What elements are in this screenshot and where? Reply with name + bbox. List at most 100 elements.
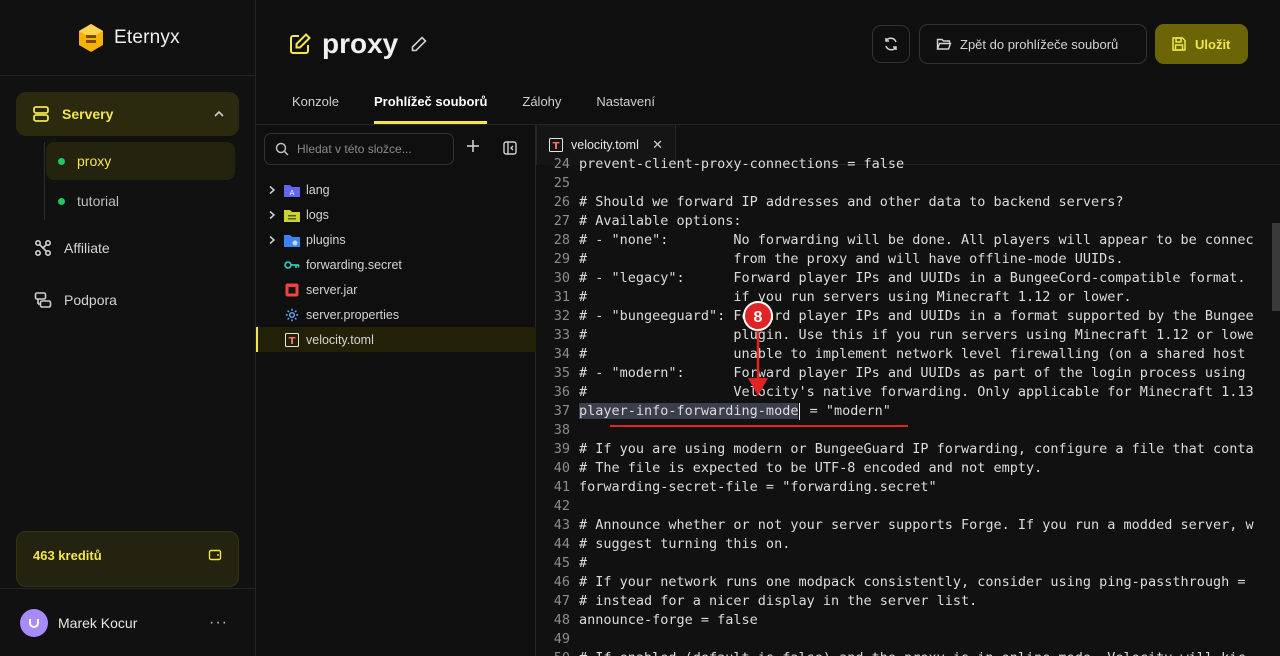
line-number: 43	[553, 517, 570, 533]
line-number: 29	[553, 251, 570, 267]
line-text: # unable to implement network level fire…	[579, 346, 1246, 362]
code-area[interactable]: 24 prevent-client-proxy-connections = fal…	[536, 155, 1280, 656]
collapse-sidebar-icon[interactable]	[503, 141, 517, 155]
user-avatar-icon	[29, 618, 39, 628]
line-number: 37	[553, 403, 570, 419]
code-line[interactable]: 33 # plugin. Use this if you run servers …	[536, 326, 1280, 345]
code-line[interactable]: 50# If enabled (default is false) and th…	[536, 649, 1280, 656]
line-text: # from the proxy and will have offline-m…	[579, 251, 1124, 267]
page-header: proxy Zpět do prohlížeče souborů Uložit …	[256, 0, 1280, 125]
file-browser-panel: A lang logs plugins forwarding.secret se…	[256, 125, 536, 656]
nav-affiliate[interactable]: Affiliate	[16, 222, 239, 274]
code-line[interactable]: 25	[536, 174, 1280, 193]
line-text: # - "modern": Forward player IPs and UUI…	[579, 365, 1246, 381]
file-name: plugins	[306, 232, 346, 247]
line-text: # Available options:	[579, 213, 742, 229]
refresh-button[interactable]	[872, 25, 910, 63]
code-line[interactable]: 47 # instead for a nicer display in the s…	[536, 592, 1280, 611]
line-text	[579, 421, 1280, 440]
file-name: forwarding.secret	[306, 257, 402, 272]
file-tree: A lang logs plugins forwarding.secret se…	[256, 177, 536, 352]
code-line[interactable]: 34 # unable to implement network level fi…	[536, 345, 1280, 364]
code-line[interactable]: 24 prevent-client-proxy-connections = fal…	[536, 155, 1280, 174]
brand-name: Eternyx	[114, 26, 180, 48]
code-line[interactable]: 31 # if you run servers using Minecraft 1…	[536, 288, 1280, 307]
server-item-tutorial[interactable]: tutorial	[46, 182, 235, 220]
code-line[interactable]: 38	[536, 421, 1280, 440]
line-text: # instead for a nicer display in the ser…	[579, 593, 978, 609]
tree-folder-logs[interactable]: logs	[256, 202, 536, 227]
tab-settings[interactable]: Nastavení	[596, 84, 655, 125]
file-name: velocity.toml	[306, 332, 374, 347]
tab-file-browser[interactable]: Prohlížeč souborů	[373, 84, 488, 124]
svg-text:T: T	[289, 336, 296, 347]
title-row: proxy	[288, 28, 428, 60]
line-text: # If your network runs one modpack consi…	[579, 574, 1246, 590]
nav-affiliate-label: Affiliate	[64, 240, 110, 256]
file-search[interactable]	[264, 133, 454, 165]
code-line[interactable]: 49	[536, 630, 1280, 649]
user-profile[interactable]: Marek Kocur ···	[0, 588, 256, 656]
more-options-icon[interactable]: ···	[209, 614, 228, 632]
code-line[interactable]: 26 # Should we forward IP addresses and o…	[536, 193, 1280, 212]
support-icon	[34, 292, 52, 308]
code-line[interactable]: 39 # If you are using modern or BungeeGua…	[536, 440, 1280, 459]
chevron-right-icon[interactable]	[260, 185, 284, 195]
code-line[interactable]: 48 announce-forge = false	[536, 611, 1280, 630]
tree-folder-lang[interactable]: A lang	[256, 177, 536, 202]
tree-file-velocity-toml[interactable]: T velocity.toml	[256, 327, 536, 352]
code-line[interactable]: 32 # - "bungeeguard": Forward player IPs …	[536, 307, 1280, 326]
line-text: #	[579, 555, 588, 571]
line-number: 24	[553, 156, 570, 172]
save-button-label: Uložit	[1195, 36, 1231, 52]
tree-folder-plugins[interactable]: plugins	[256, 227, 536, 252]
code-line[interactable]: 37 player-info-forwarding-mode = "modern"	[536, 402, 1280, 421]
line-number: 40	[553, 460, 570, 476]
line-number: 47	[553, 593, 570, 609]
nav-support[interactable]: Podpora	[16, 274, 239, 326]
line-number: 41	[553, 479, 570, 495]
code-line[interactable]: 46 # If your network runs one modpack con…	[536, 573, 1280, 592]
brand[interactable]: Eternyx	[0, 0, 255, 76]
scrollbar-thumb[interactable]	[1272, 223, 1280, 311]
chevron-right-icon[interactable]	[260, 235, 284, 245]
add-file-icon[interactable]	[466, 139, 480, 153]
line-text	[579, 630, 1280, 649]
code-line[interactable]: 43 # Announce whether or not your server …	[536, 516, 1280, 535]
line-text: announce-forge = false	[579, 612, 758, 628]
sidebar: Eternyx Servery proxy tutorial Affiliate	[0, 0, 256, 656]
code-line[interactable]: 35 # - "modern": Forward player IPs and U…	[536, 364, 1280, 383]
credits-card[interactable]: 463 kreditů	[16, 531, 239, 587]
tree-file-server-jar[interactable]: server.jar	[256, 277, 536, 302]
code-line[interactable]: 29 # from the proxy and will have offline…	[536, 250, 1280, 269]
tree-file-forwarding-secret[interactable]: forwarding.secret	[256, 252, 536, 277]
eternyx-logo-icon	[79, 23, 103, 52]
code-line[interactable]: 28 # - "none": No forwarding will be done…	[536, 231, 1280, 250]
back-to-file-browser-button[interactable]: Zpět do prohlížeče souborů	[919, 24, 1147, 64]
file-name: server.jar	[306, 282, 358, 297]
server-item-proxy[interactable]: proxy	[46, 142, 235, 180]
nav-servers-label: Servery	[62, 106, 114, 122]
rename-pencil-icon[interactable]	[410, 35, 428, 53]
close-tab-icon[interactable]: ✕	[652, 137, 663, 153]
code-line[interactable]: 27 # Available options:	[536, 212, 1280, 231]
code-line[interactable]: 30 # - "legacy": Forward player IPs and U…	[536, 269, 1280, 288]
line-text: # Should we forward IP addresses and oth…	[579, 194, 1124, 210]
chevron-up-icon[interactable]	[213, 108, 225, 120]
tab-console[interactable]: Konzole	[292, 84, 339, 125]
tab-backups[interactable]: Zálohy	[522, 84, 561, 125]
wallet-icon	[208, 549, 222, 561]
save-button[interactable]: Uložit	[1155, 24, 1248, 64]
code-line[interactable]: 45 #	[536, 554, 1280, 573]
line-number: 42	[553, 498, 570, 514]
line-text: # Announce whether or not your server su…	[579, 517, 1254, 533]
code-line[interactable]: 36 # Velocity's native forwarding. Only a…	[536, 383, 1280, 402]
nav-servers[interactable]: Servery	[16, 92, 239, 136]
code-line[interactable]: 42	[536, 497, 1280, 516]
code-line[interactable]: 44 # suggest turning this on.	[536, 535, 1280, 554]
search-input[interactable]	[297, 142, 447, 156]
code-line[interactable]: 40 # The file is expected to be UTF-8 enc…	[536, 459, 1280, 478]
code-line[interactable]: 41 forwarding-secret-file = "forwarding.s…	[536, 478, 1280, 497]
chevron-right-icon[interactable]	[260, 210, 284, 220]
tree-file-server-properties[interactable]: server.properties	[256, 302, 536, 327]
